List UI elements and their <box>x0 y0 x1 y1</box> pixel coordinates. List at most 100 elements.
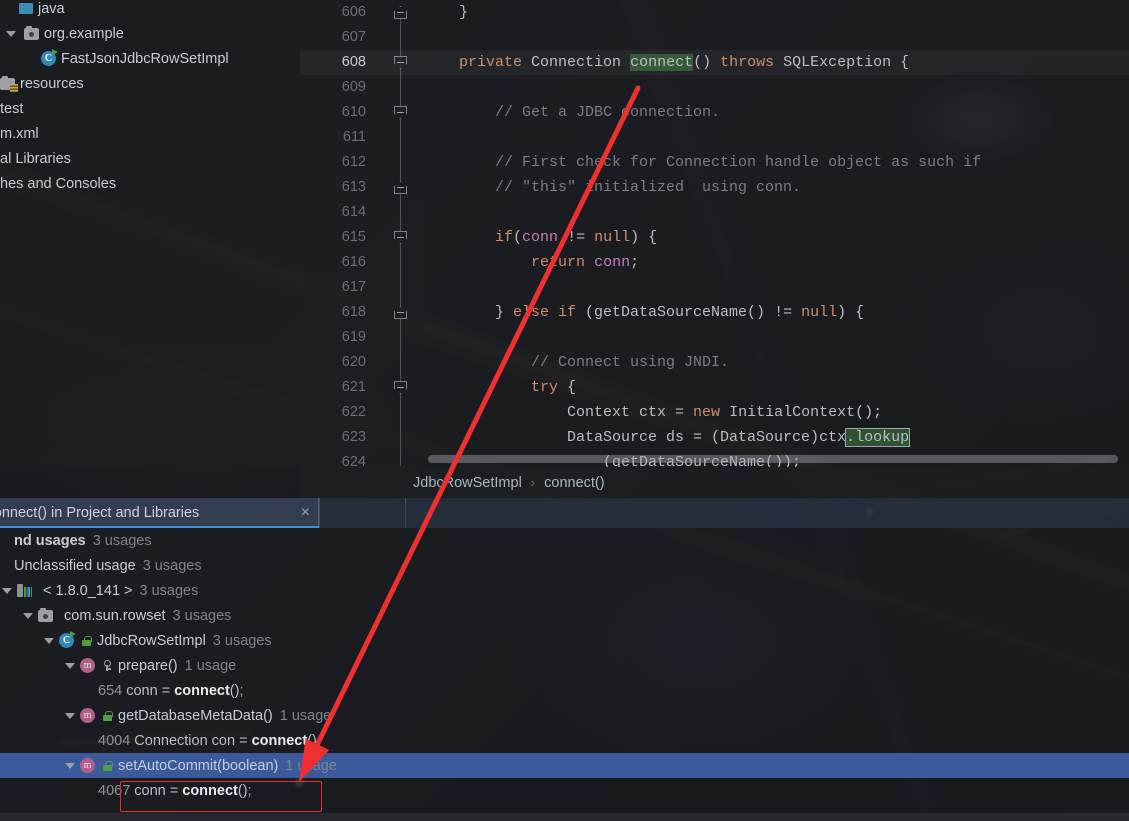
project-tree-row[interactable]: hes and Consoles <box>0 171 300 196</box>
project-tree-label: java <box>38 0 65 17</box>
key-icon <box>103 660 112 671</box>
editor-code-area[interactable]: } private Connection connect() throws SQ… <box>423 0 1129 467</box>
find-usages-tool-window[interactable]: ges of connect() in Project and Librarie… <box>0 498 1129 821</box>
find-usages-tabbar: ges of connect() in Project and Librarie… <box>0 498 1129 528</box>
chevron-down-icon[interactable] <box>65 712 75 719</box>
usages-tree-label: JdbcRowSetImpl <box>97 632 206 649</box>
usages-tree-label: getDatabaseMetaData() <box>118 707 273 724</box>
fold-marker-icon[interactable] <box>394 181 407 194</box>
code-editor[interactable]: 606 607 608 609 610 611 612 613 614 615 616 617 618 6… <box>300 0 1129 467</box>
line-number: 607 <box>341 29 366 45</box>
usages-tree-row[interactable]: 654 conn = connect(); <box>0 678 1129 703</box>
tree-arrow-slot <box>63 712 77 719</box>
usages-tree-label: prepare() <box>118 657 178 674</box>
fold-marker-box <box>394 381 407 394</box>
method-icon: m <box>80 758 95 773</box>
gutter-line: 619 <box>300 325 423 350</box>
code-token: conn <box>594 254 631 271</box>
lock-icon <box>82 635 92 646</box>
fold-marker-icon[interactable] <box>394 231 407 244</box>
fold-marker-icon[interactable] <box>394 381 407 394</box>
fold-marker-dash <box>397 11 404 13</box>
fold-marker-box <box>394 306 407 319</box>
chevron-down-icon[interactable] <box>44 637 54 644</box>
code-token: SQLException { <box>774 54 910 71</box>
fold-marker-icon[interactable] <box>394 6 407 19</box>
usage-code-match: connect <box>174 682 230 699</box>
find-usages-tree[interactable]: nd usages 3 usages Unclassified usage 3 usa… <box>0 528 1129 821</box>
os-taskbar[interactable] <box>0 813 1129 821</box>
line-number: 606 <box>341 4 366 20</box>
code-line: if(conn != null) { <box>423 225 657 250</box>
gutter-line: 623 <box>300 425 423 450</box>
chevron-down-icon[interactable] <box>65 662 75 669</box>
usage-code-semicolon: ; <box>239 682 244 699</box>
usages-tree-row[interactable]: m setAutoCommit(boolean) 1 usage <box>0 753 1129 778</box>
usage-code-semicolon: ; <box>316 732 321 749</box>
fold-marker-icon[interactable] <box>394 106 407 119</box>
breadcrumb-method[interactable]: connect() <box>544 475 604 491</box>
project-tree-row[interactable]: m.xml <box>0 121 300 146</box>
tabbar-divider <box>405 498 406 528</box>
usages-tree-row[interactable]: nd usages 3 usages <box>0 528 1129 553</box>
code-token: // Get a JDBC connection. <box>423 104 721 121</box>
code-line: return conn; <box>423 250 639 275</box>
chevron-down-icon[interactable] <box>2 587 12 594</box>
project-tree-row[interactable]: org.example <box>0 21 300 46</box>
usages-tree-row[interactable]: m prepare() 1 usage <box>0 653 1129 678</box>
tree-arrow-slot <box>63 762 77 769</box>
usages-tree-row[interactable]: com.sun.rowset 3 usages <box>0 603 1129 628</box>
usages-tree-row[interactable]: Unclassified usage 3 usages <box>0 553 1129 578</box>
code-token: null <box>801 304 838 321</box>
usages-tree-row[interactable]: C JdbcRowSetImpl 3 usages <box>0 628 1129 653</box>
java-class-icon: C <box>59 631 76 648</box>
project-tree-row[interactable]: java <box>0 0 300 21</box>
close-icon[interactable]: × <box>301 504 310 522</box>
code-token: null <box>594 229 631 246</box>
breadcrumb-class[interactable]: JdbcRowSetImpl <box>413 475 522 491</box>
usage-code-match: connect <box>182 782 238 799</box>
code-line: private Connection connect() throws SQLE… <box>423 50 909 75</box>
project-tree-row[interactable]: C FastJsonJdbcRowSetImpl <box>0 46 300 71</box>
usages-tree-row[interactable]: 4067 conn = connect(); <box>0 778 1129 803</box>
java-class-icon: C <box>41 49 58 66</box>
project-tree-label: resources <box>20 75 84 92</box>
editor-horizontal-scrollbar[interactable] <box>428 455 1118 463</box>
code-token: try <box>531 379 559 396</box>
editor-gutter[interactable]: 606 607 608 609 610 611 612 613 614 615 616 617 618 6… <box>300 0 423 467</box>
icon-wrap: C <box>59 631 92 648</box>
fold-marker-box <box>394 231 407 244</box>
usages-tree-label: < 1.8.0_141 > <box>43 582 133 599</box>
project-tool-window[interactable]: java org.example C FastJsonJdbcRowSetImpl re… <box>0 0 300 467</box>
breadcrumb[interactable]: JdbcRowSetImpl › connect() <box>300 467 1129 498</box>
code-token: private <box>459 54 523 71</box>
lock-shackle <box>105 760 113 767</box>
code-token: else if <box>513 304 577 321</box>
project-tree-row[interactable]: resources <box>0 71 300 96</box>
chevron-down-icon[interactable] <box>65 762 75 769</box>
project-tree-label: org.example <box>44 25 124 42</box>
chevron-down-icon[interactable] <box>23 612 33 619</box>
project-tree-row[interactable]: test <box>0 96 300 121</box>
usage-code-text: 4004 Connection con = connect(); <box>98 733 321 749</box>
usage-line-number: 4004 <box>98 732 131 749</box>
chevron-down-icon[interactable] <box>6 30 16 37</box>
project-tree-label: hes and Consoles <box>0 175 117 192</box>
code-token: ( <box>513 229 523 246</box>
usage-code-text: 654 conn = connect(); <box>98 683 244 699</box>
code-token: connect <box>630 54 694 71</box>
usages-tree-row[interactable]: 4004 Connection con = connect(); <box>0 728 1129 753</box>
find-usages-tab[interactable]: ges of connect() in Project and Librarie… <box>0 498 319 528</box>
code-token: Connection <box>522 54 631 71</box>
code-line: // Connect using JNDI. <box>423 350 729 375</box>
usage-code-post: () <box>307 732 317 749</box>
gutter-line: 606 <box>300 0 423 25</box>
usages-tree-row[interactable]: m getDatabaseMetaData() 1 usage <box>0 703 1129 728</box>
project-tree-row[interactable]: al Libraries <box>0 146 300 171</box>
usages-tree-row[interactable]: < 1.8.0_141 > 3 usages <box>0 578 1129 603</box>
fold-marker-icon[interactable] <box>394 306 407 319</box>
lock-shackle <box>84 635 92 642</box>
